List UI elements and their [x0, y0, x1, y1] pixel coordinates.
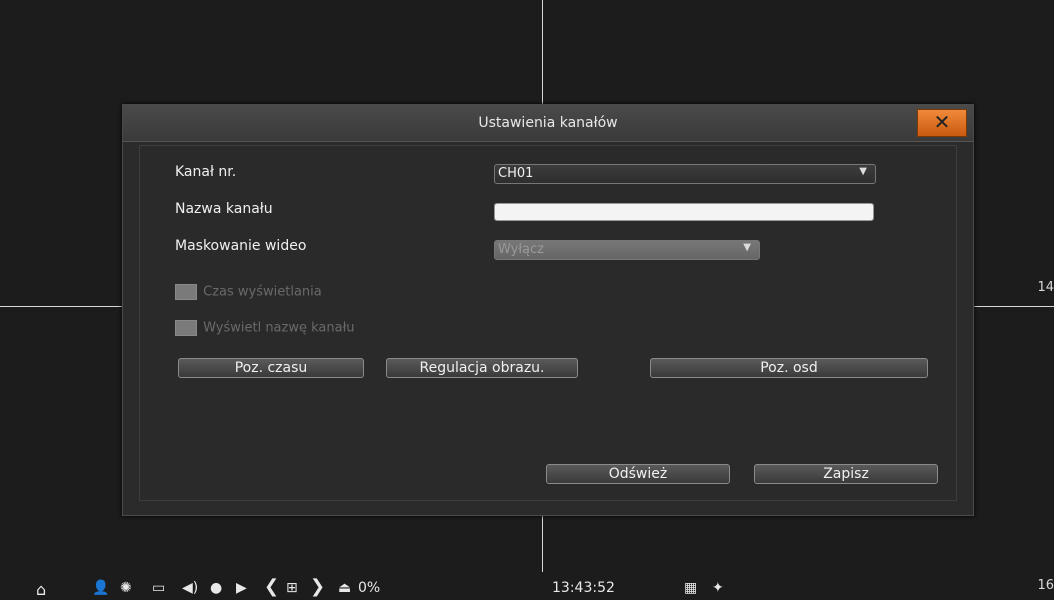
- channel-select[interactable]: CH01 ▼: [494, 164, 876, 184]
- chevron-down-icon: ▼: [859, 166, 867, 177]
- grid-line-vertical-bottom: [542, 515, 543, 572]
- home-icon[interactable]: ⌂: [36, 580, 46, 599]
- grid-line-horizontal-left: [0, 306, 122, 307]
- refresh-button[interactable]: Odśwież: [546, 464, 730, 484]
- time-position-button[interactable]: Poz. czasu: [178, 358, 364, 378]
- channel-select-value: CH01: [498, 166, 534, 181]
- close-button[interactable]: ✕: [917, 109, 967, 137]
- channel-settings-dialog: Ustawienia kanałów ✕ Kanał nr. CH01 ▼ Na…: [122, 104, 974, 516]
- save-button[interactable]: Zapisz: [754, 464, 938, 484]
- show-time-checkbox[interactable]: [175, 284, 197, 300]
- show-time-row[interactable]: Czas wyświetlania: [175, 284, 322, 300]
- chevron-right-icon[interactable]: ❯: [310, 576, 325, 597]
- image-adjust-button[interactable]: Regulacja obrazu.: [386, 358, 578, 378]
- show-time-label: Czas wyświetlania: [203, 284, 322, 300]
- video-masking-label: Maskowanie wideo: [175, 238, 307, 254]
- dialog-content: Kanał nr. CH01 ▼ Nazwa kanału Maskowanie…: [139, 145, 957, 501]
- osd-position-button[interactable]: Poz. osd: [650, 358, 928, 378]
- playback-icon[interactable]: ▶: [236, 580, 247, 596]
- channel-label: Kanał nr.: [175, 164, 237, 180]
- record-icon[interactable]: ●: [210, 580, 222, 596]
- grid-line-vertical-top: [542, 0, 543, 104]
- alarm-icon[interactable]: ✺: [120, 580, 132, 596]
- grid-layout-icon[interactable]: ⊞: [286, 580, 298, 596]
- pin-icon[interactable]: ✦: [712, 580, 724, 596]
- video-masking-select[interactable]: Wyłącz ▼: [494, 240, 760, 260]
- show-name-row[interactable]: Wyświetl nazwę kanału: [175, 320, 355, 336]
- taskbar: ⌂ 👤 ✺ ▭ ◀) ● ▶ ❮ ⊞ ❯ ⏏ 0% 13:43:52 ▦ ✦: [0, 572, 1054, 600]
- hdd-icon: ⏏: [338, 580, 352, 596]
- ptz-icon[interactable]: ▭: [152, 580, 165, 596]
- channel-name-label: Nazwa kanału: [175, 201, 273, 217]
- dialog-title-bar: Ustawienia kanałów ✕: [123, 105, 973, 142]
- dialog-title: Ustawienia kanałów: [478, 115, 618, 131]
- video-masking-value: Wyłącz: [498, 242, 544, 257]
- user-icon[interactable]: 👤: [92, 580, 109, 596]
- chevron-down-icon: ▼: [743, 242, 751, 253]
- qr-code-icon[interactable]: ▦: [684, 580, 697, 596]
- chevron-left-icon[interactable]: ❮: [264, 576, 279, 597]
- channel-14-label: 14: [1037, 280, 1054, 295]
- speaker-icon[interactable]: ◀): [182, 580, 198, 596]
- grid-line-horizontal-right: [973, 306, 1054, 307]
- close-icon: ✕: [933, 110, 951, 134]
- clock: 13:43:52: [552, 580, 615, 596]
- channel-name-input[interactable]: [494, 203, 874, 221]
- hdd-usage: 0%: [358, 580, 381, 596]
- show-name-label: Wyświetl nazwę kanału: [203, 320, 355, 336]
- show-name-checkbox[interactable]: [175, 320, 197, 336]
